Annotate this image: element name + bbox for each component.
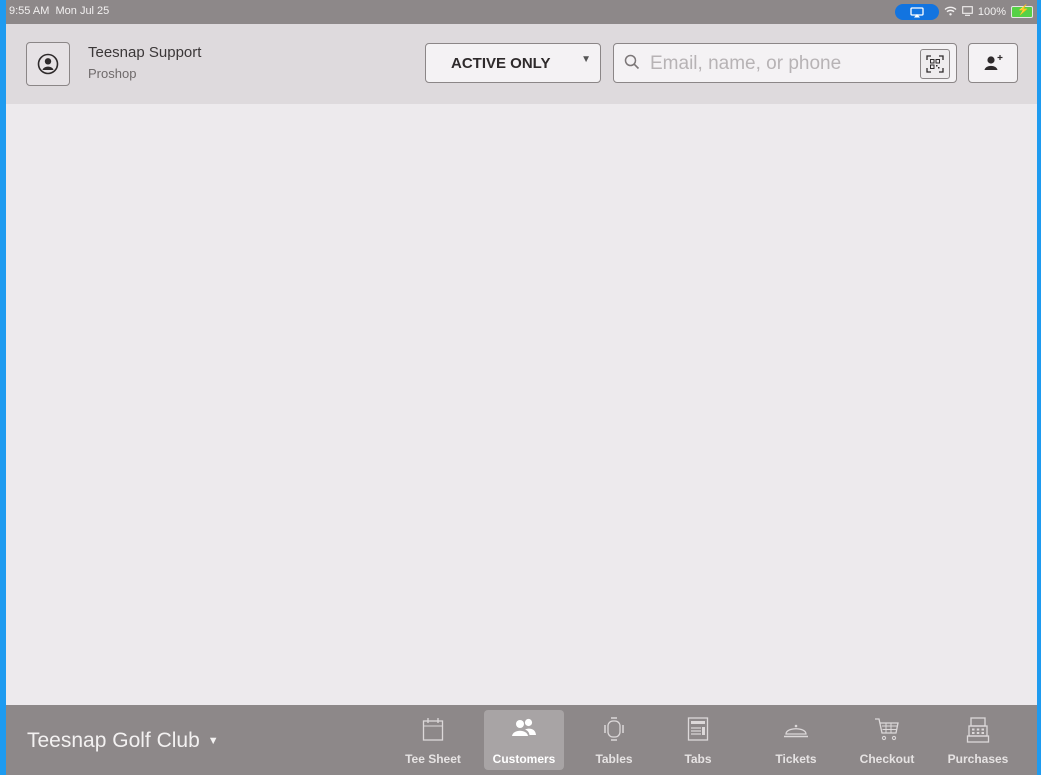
- venue-name: Teesnap Golf Club: [27, 729, 200, 752]
- search-input[interactable]: [648, 50, 912, 78]
- customers-icon: [509, 716, 539, 743]
- screen-mirroring-icon: [894, 4, 939, 20]
- qr-code-icon: [926, 55, 944, 73]
- register-icon: [966, 716, 990, 747]
- tab-label: Tickets: [775, 752, 817, 766]
- bottom-tab-bar: Teesnap Golf Club ▼ Tee Sheet Customers …: [6, 705, 1037, 775]
- app-screen: 9:55 AM Mon Jul 25 100% ⚡ Teesnap Suppor…: [6, 0, 1037, 775]
- user-circle-icon: [37, 53, 59, 75]
- caret-down-icon: ▼: [207, 735, 219, 747]
- qr-scan-button[interactable]: [920, 49, 950, 79]
- status-filter-label: ACTIVE ONLY: [451, 55, 551, 72]
- tab-purchases[interactable]: Purchases: [938, 710, 1018, 770]
- tab-label: Checkout: [859, 752, 915, 766]
- status-date: Mon Jul 25: [55, 5, 110, 17]
- tab-tee-sheet[interactable]: Tee Sheet: [393, 710, 473, 770]
- tab-tables[interactable]: Tables: [574, 710, 654, 770]
- status-time: 9:55 AM Mon Jul 25: [9, 5, 109, 17]
- venue-selector[interactable]: Teesnap Golf Club ▼: [27, 729, 219, 753]
- battery-icon: ⚡: [1011, 5, 1033, 18]
- tab-checkout[interactable]: Checkout: [847, 710, 927, 770]
- table-icon: [603, 716, 625, 745]
- caret-down-icon: ▼: [581, 54, 591, 65]
- status-filter-dropdown[interactable]: ACTIVE ONLY ▼: [425, 43, 601, 83]
- status-bar: 9:55 AM Mon Jul 25 100% ⚡: [6, 0, 1037, 24]
- status-clock: 9:55 AM: [9, 5, 50, 17]
- battery-percent: 100%: [977, 6, 1006, 18]
- user-name: Teesnap Support: [88, 44, 202, 61]
- wifi-icon: [944, 6, 957, 19]
- customer-list-area: [6, 104, 1037, 705]
- receipt-icon: [687, 716, 709, 745]
- calendar-icon: [422, 716, 444, 745]
- user-role: Proshop: [88, 66, 137, 81]
- add-user-icon: [984, 55, 1003, 70]
- cart-icon: [873, 716, 901, 747]
- profile-button[interactable]: [26, 42, 70, 86]
- customer-search: [613, 43, 957, 83]
- cloche-icon: [782, 716, 810, 745]
- tab-label: Tables: [595, 752, 633, 766]
- tab-tabs[interactable]: Tabs: [658, 710, 738, 770]
- add-customer-button[interactable]: [968, 43, 1018, 83]
- tab-label: Customers: [492, 752, 556, 766]
- search-icon: [624, 54, 640, 75]
- tab-label: Tabs: [684, 752, 712, 766]
- display-icon: [962, 5, 973, 19]
- tab-label: Tee Sheet: [405, 752, 461, 766]
- tab-customers[interactable]: Customers: [484, 710, 564, 770]
- header-bar: Teesnap Support Proshop ACTIVE ONLY ▼: [6, 24, 1037, 104]
- status-indicators: 100% ⚡: [894, 4, 1033, 20]
- tab-tickets[interactable]: Tickets: [756, 710, 836, 770]
- tab-label: Purchases: [947, 752, 1009, 766]
